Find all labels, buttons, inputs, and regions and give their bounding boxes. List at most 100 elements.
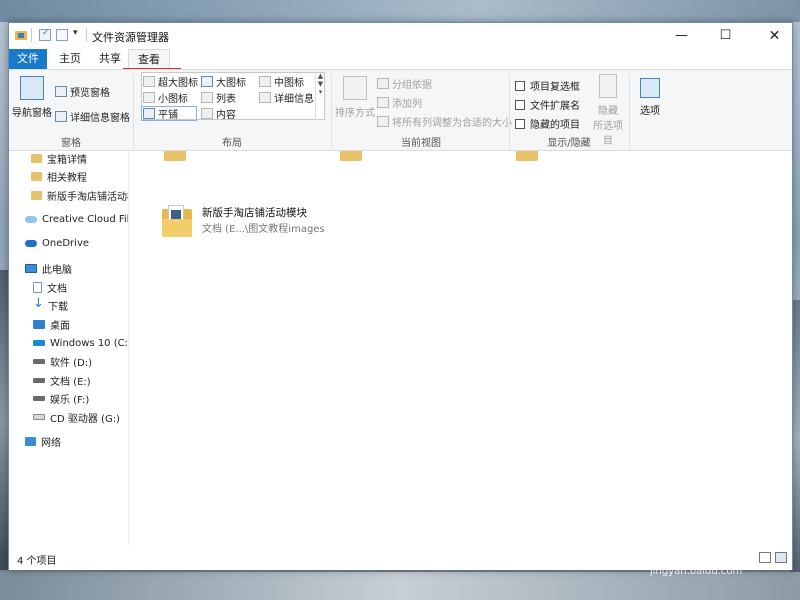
nav-item-onedrive[interactable]: OneDrive — [25, 234, 89, 252]
tiles-selected-outline — [141, 106, 197, 121]
close-button[interactable]: ✕ — [757, 23, 792, 49]
nav-item-documents[interactable]: 文档 — [33, 278, 67, 296]
large-icons-icon — [201, 76, 213, 87]
nav-item-desktop[interactable]: 桌面 — [33, 315, 70, 333]
windows-drive-icon — [33, 340, 45, 346]
nav-item-label: Creative Cloud Files — [42, 213, 128, 225]
hidden-items-checkbox[interactable] — [515, 118, 525, 129]
minimize-button[interactable]: — — [664, 23, 699, 49]
ribbon: 导航窗格 预览窗格 详细信息窗格 窗格 ▲ ▼ ▾ 超大图标 大图标 中图标 小… — [9, 69, 792, 151]
nav-item-this-pc[interactable]: 此电脑 — [25, 259, 72, 277]
nav-item-network[interactable]: 网络 — [25, 432, 61, 450]
quick-access-separator-2 — [86, 28, 87, 42]
nav-item-label: OneDrive — [42, 237, 90, 249]
content-label: 内容 — [216, 110, 236, 121]
properties-icon[interactable] — [39, 28, 51, 41]
nav-item-label: 软件 (D:) — [50, 357, 93, 369]
sort-by-icon — [343, 76, 367, 100]
ribbon-separator — [133, 74, 134, 148]
cd-drive-icon — [33, 414, 45, 420]
file-tile[interactable]: 新版手淘店铺活动模块 文档 (E...\图文教程images — [162, 203, 482, 247]
partial-folder-icon — [516, 151, 538, 161]
small-icons-label: 小图标 — [158, 94, 188, 105]
baidu-watermark: Bai du 经验 — [612, 518, 790, 553]
nav-item-label: Windows 10 (C:) — [50, 337, 129, 349]
list-icon — [201, 92, 213, 103]
preview-pane-button[interactable]: 预览窗格 — [55, 84, 110, 99]
nav-item-drive-g[interactable]: CD 驱动器 (G:) — [33, 408, 120, 426]
item-checkboxes-toggle[interactable]: 项目复选框 — [515, 78, 580, 93]
nav-item-drive-e[interactable]: 文档 (E:) — [33, 371, 91, 389]
details-icon — [259, 92, 271, 103]
desktop-background-top — [0, 0, 800, 22]
documents-icon — [33, 281, 42, 293]
window-title: 文件资源管理器 — [92, 31, 169, 44]
nav-item-folder[interactable]: 相关教程 — [31, 167, 87, 185]
navigation-pane-icon — [20, 76, 44, 100]
file-extensions-toggle[interactable]: 文件扩展名 — [515, 97, 580, 112]
quick-access-dropdown-icon[interactable]: ▾ — [73, 28, 78, 38]
desktop-background-left — [0, 270, 8, 570]
onedrive-icon — [25, 239, 37, 247]
details-pane-button[interactable]: 详细信息窗格 — [55, 109, 130, 124]
size-all-columns-button[interactable]: 将所有列调整为合适的大小 — [377, 114, 512, 129]
hide-selected-label-1: 隐藏 — [598, 106, 618, 117]
partial-folder-icon — [164, 151, 186, 161]
folder-icon — [162, 205, 192, 239]
group-by-icon — [377, 78, 389, 89]
sort-by-button[interactable]: 排序方式 — [335, 76, 375, 119]
layout-gallery-scroll[interactable]: ▲ ▼ ▾ — [315, 72, 325, 120]
ribbon-group-current-view: 排序方式 分组依据 添加列 将所有列调整为合适的大小 当前视图 — [333, 70, 512, 152]
sort-by-label: 排序方式 — [335, 108, 375, 119]
file-explorer-icon — [15, 29, 27, 41]
ribbon-separator — [331, 74, 332, 148]
navigation-pane-button[interactable]: 导航窗格 — [11, 76, 53, 119]
tab-share[interactable]: 共享 — [89, 49, 131, 69]
title-bar: ▾ 文件资源管理器 — ☐ ✕ — [9, 23, 792, 49]
hide-selected-icon — [599, 74, 617, 98]
content-icon — [201, 108, 213, 119]
group-by-button[interactable]: 分组依据 — [377, 76, 432, 91]
nav-item-label: 宝箱详情 — [47, 154, 87, 166]
large-icons-label: 大图标 — [216, 78, 246, 89]
options-label: 选项 — [640, 106, 660, 117]
item-checkboxes-checkbox[interactable] — [515, 80, 525, 91]
drive-icon — [33, 395, 45, 401]
layout-medium-icons[interactable]: 中图标 — [259, 74, 304, 89]
file-extensions-checkbox[interactable] — [515, 99, 525, 110]
quick-access-separator — [31, 28, 32, 42]
options-button[interactable]: 选项 — [633, 78, 667, 117]
layout-large-icons[interactable]: 大图标 — [201, 74, 246, 89]
options-icon — [640, 78, 660, 98]
baidu-watermark-url: jingyan.baidu.com — [650, 566, 743, 577]
layout-list[interactable]: 列表 — [201, 90, 236, 105]
layout-details[interactable]: 详细信息 — [259, 90, 314, 105]
nav-item-downloads[interactable]: 下载 — [33, 296, 68, 314]
nav-item-creative-cloud[interactable]: Creative Cloud Files — [25, 210, 128, 228]
extra-large-icons-icon — [143, 76, 155, 87]
layout-small-icons[interactable]: 小图标 — [143, 90, 188, 105]
add-column-button[interactable]: 添加列 — [377, 95, 422, 110]
current-view-group-label: 当前视图 — [401, 138, 441, 149]
nav-item-folder[interactable]: 新版手淘店铺活动模 — [31, 186, 128, 204]
nav-item-folder[interactable]: 宝箱详情 — [31, 151, 87, 167]
download-icon — [33, 296, 44, 311]
item-checkboxes-label: 项目复选框 — [530, 82, 580, 93]
nav-item-label: CD 驱动器 (G:) — [50, 413, 120, 425]
pane-group-label: 窗格 — [61, 138, 81, 149]
tab-view[interactable]: 查看 — [128, 49, 170, 70]
new-folder-icon[interactable] — [56, 29, 68, 41]
layout-content[interactable]: 内容 — [201, 106, 236, 121]
nav-item-drive-c[interactable]: Windows 10 (C:) — [33, 334, 129, 352]
layout-extra-large-icons[interactable]: 超大图标 — [143, 74, 198, 89]
add-column-label: 添加列 — [392, 99, 422, 110]
nav-item-drive-f[interactable]: 娱乐 (F:) — [33, 389, 89, 407]
show-hide-group-label: 显示/隐藏 — [547, 138, 591, 149]
tab-home[interactable]: 主页 — [49, 49, 91, 69]
hidden-items-toggle[interactable]: 隐藏的项目 — [515, 116, 580, 131]
tab-file[interactable]: 文件 — [9, 49, 47, 69]
maximize-button[interactable]: ☐ — [708, 23, 743, 49]
nav-item-drive-d[interactable]: 软件 (D:) — [33, 352, 92, 370]
file-explorer-window: ▾ 文件资源管理器 — ☐ ✕ 文件 主页 共享 查看 ⌃ ? 导航窗格 预览窗… — [8, 22, 793, 570]
add-column-icon — [377, 97, 389, 108]
